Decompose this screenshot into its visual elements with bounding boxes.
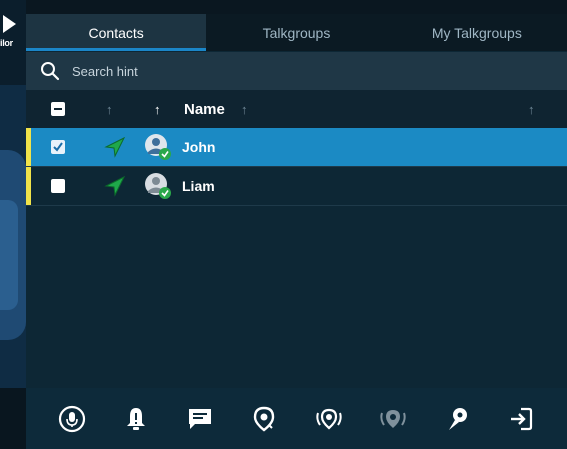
tab-bar: Contacts Talkgroups My Talkgroups <box>26 14 567 51</box>
message-icon[interactable] <box>184 403 216 435</box>
row-checkbox[interactable] <box>51 140 65 154</box>
tab-talkgroups[interactable]: Talkgroups <box>206 14 386 51</box>
contacts-panel: Contacts Talkgroups My Talkgroups ↑ ↑ Na… <box>26 0 567 449</box>
alert-bell-icon[interactable] <box>120 403 152 435</box>
background-map-shape <box>0 200 18 310</box>
background-app-footer <box>0 388 26 449</box>
contact-name: Liam <box>182 178 215 194</box>
location-pin-icon[interactable] <box>248 403 280 435</box>
sort-extra-icon[interactable]: ↑ <box>528 102 535 117</box>
search-bar <box>26 52 567 90</box>
background-app-label: ilor <box>0 38 13 48</box>
table-header: ↑ ↑ Name ↑ ↑ <box>26 90 567 128</box>
status-bar <box>26 128 31 166</box>
search-input[interactable] <box>70 62 514 80</box>
avatar <box>144 172 172 200</box>
search-icon <box>40 61 60 81</box>
map-marker-icon[interactable] <box>441 403 473 435</box>
location-arrow-icon <box>104 175 126 202</box>
tab-strip-top <box>26 0 567 14</box>
sort-name-icon[interactable]: ↑ <box>241 102 248 117</box>
play-icon[interactable] <box>3 15 16 33</box>
tab-contacts[interactable]: Contacts <box>26 14 207 51</box>
row-checkbox[interactable] <box>51 179 65 193</box>
contact-list: John Liam <box>26 128 567 206</box>
contact-name: John <box>182 139 216 155</box>
contact-row[interactable]: John <box>26 128 567 167</box>
avatar <box>144 133 172 161</box>
location-arrow-icon <box>104 136 126 163</box>
sort-location-icon[interactable]: ↑ <box>154 102 161 117</box>
name-column-header[interactable]: Name <box>184 101 225 118</box>
location-share-icon[interactable] <box>377 403 409 435</box>
sort-status-icon[interactable]: ↑ <box>106 102 113 117</box>
select-all-checkbox[interactable] <box>51 102 65 116</box>
contact-row[interactable]: Liam <box>26 167 567 206</box>
sign-in-icon[interactable] <box>505 403 537 435</box>
location-radar-icon[interactable] <box>313 403 345 435</box>
action-toolbar <box>26 388 567 449</box>
status-bar <box>26 167 31 205</box>
background-app-strip: ilor <box>0 0 26 449</box>
microphone-icon[interactable] <box>56 403 88 435</box>
tab-my-talkgroups[interactable]: My Talkgroups <box>387 14 567 51</box>
